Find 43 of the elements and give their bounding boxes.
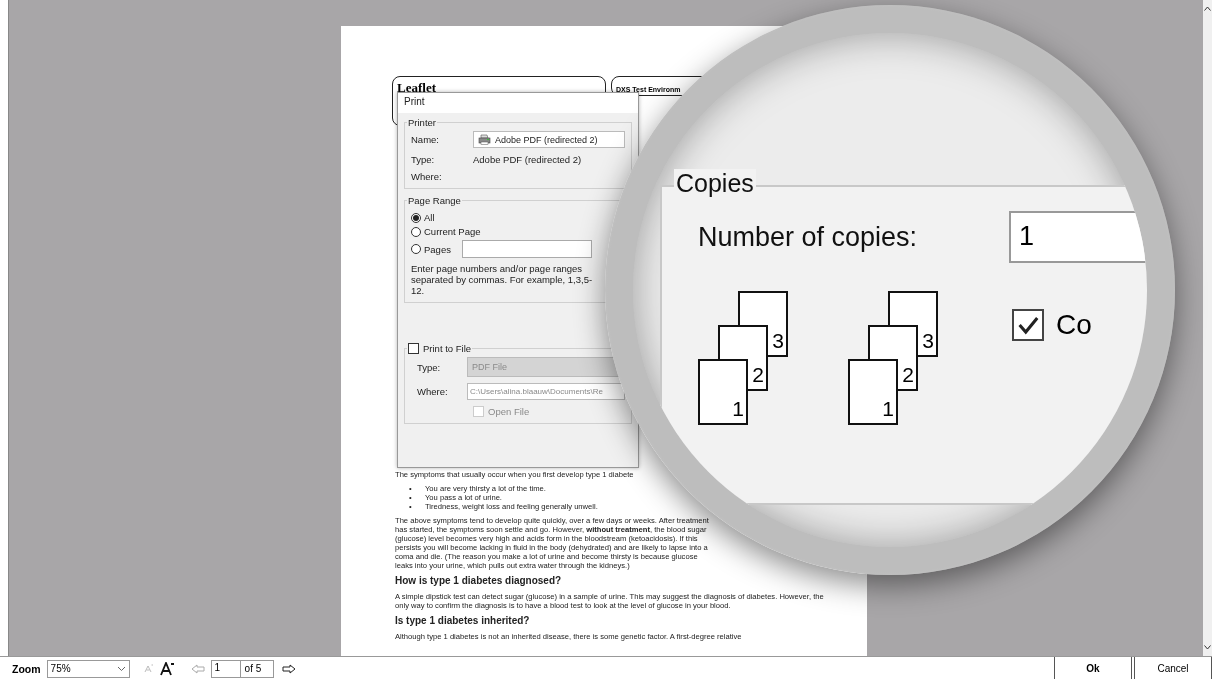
field-label: Type: [411,154,436,165]
checkbox-label[interactable]: Co [1056,309,1092,341]
help-text: Enter page numbers and/or page ranges separated by commas. For example, 1,3,5-12. [411,263,594,296]
field-label: Type: [417,361,442,373]
group-title: Page Range [407,195,462,206]
field-label: Name: [411,134,440,145]
checkbox-label[interactable]: Print to File [423,343,472,354]
group-title: Printer [407,117,437,128]
zoom-label: Zoom [12,662,41,675]
field-label: Where: [411,171,443,182]
copies-input[interactable]: 1 [1009,211,1147,263]
section-heading: Is type 1 diabetes inherited? [395,615,531,627]
radio-label[interactable]: Pages [424,243,451,255]
scrollbar[interactable] [1203,0,1212,656]
printer-name-field[interactable]: Adobe PDF (redirected 2) [473,131,625,148]
section-heading: How is type 1 diabetes diagnosed? [395,575,563,587]
scroll-up-icon[interactable] [1204,6,1211,11]
page-count: of 5 [240,659,274,678]
font-larger-icon[interactable] [159,661,175,676]
copies-label: Number of copies: [698,221,919,253]
group-title: Copies [674,169,756,198]
printer-type: Adobe PDF (redirected 2) [473,154,583,165]
scroll-down-icon[interactable] [1204,645,1211,650]
cancel-button[interactable]: Cancel [1134,657,1212,679]
file-path-field: C:\Users\alina.blaauw\Documents\Re [467,383,625,400]
page-number-field[interactable]: 1 [210,659,241,678]
checkbox[interactable] [1012,309,1044,341]
zoom-dropdown[interactable]: 75% [46,659,130,678]
radio-label[interactable]: Current Page [424,226,481,237]
radio-label[interactable]: All [424,212,435,223]
arrow-right-icon[interactable] [281,663,296,674]
checkbox[interactable] [408,343,419,354]
page-stack-drawing: 1 2 3 [848,291,942,427]
printer-icon [478,134,491,145]
pages-input[interactable] [461,240,592,258]
ok-button[interactable]: Ok [1054,657,1132,679]
chevron-down-icon [116,665,126,672]
dialog-title: Print [398,93,638,113]
radio-button[interactable] [411,212,421,223]
page-stack-drawing: 1 2 3 [698,291,792,427]
radio-button[interactable] [411,244,421,254]
field-label: Where: [417,386,449,397]
radio-button[interactable] [411,226,421,237]
